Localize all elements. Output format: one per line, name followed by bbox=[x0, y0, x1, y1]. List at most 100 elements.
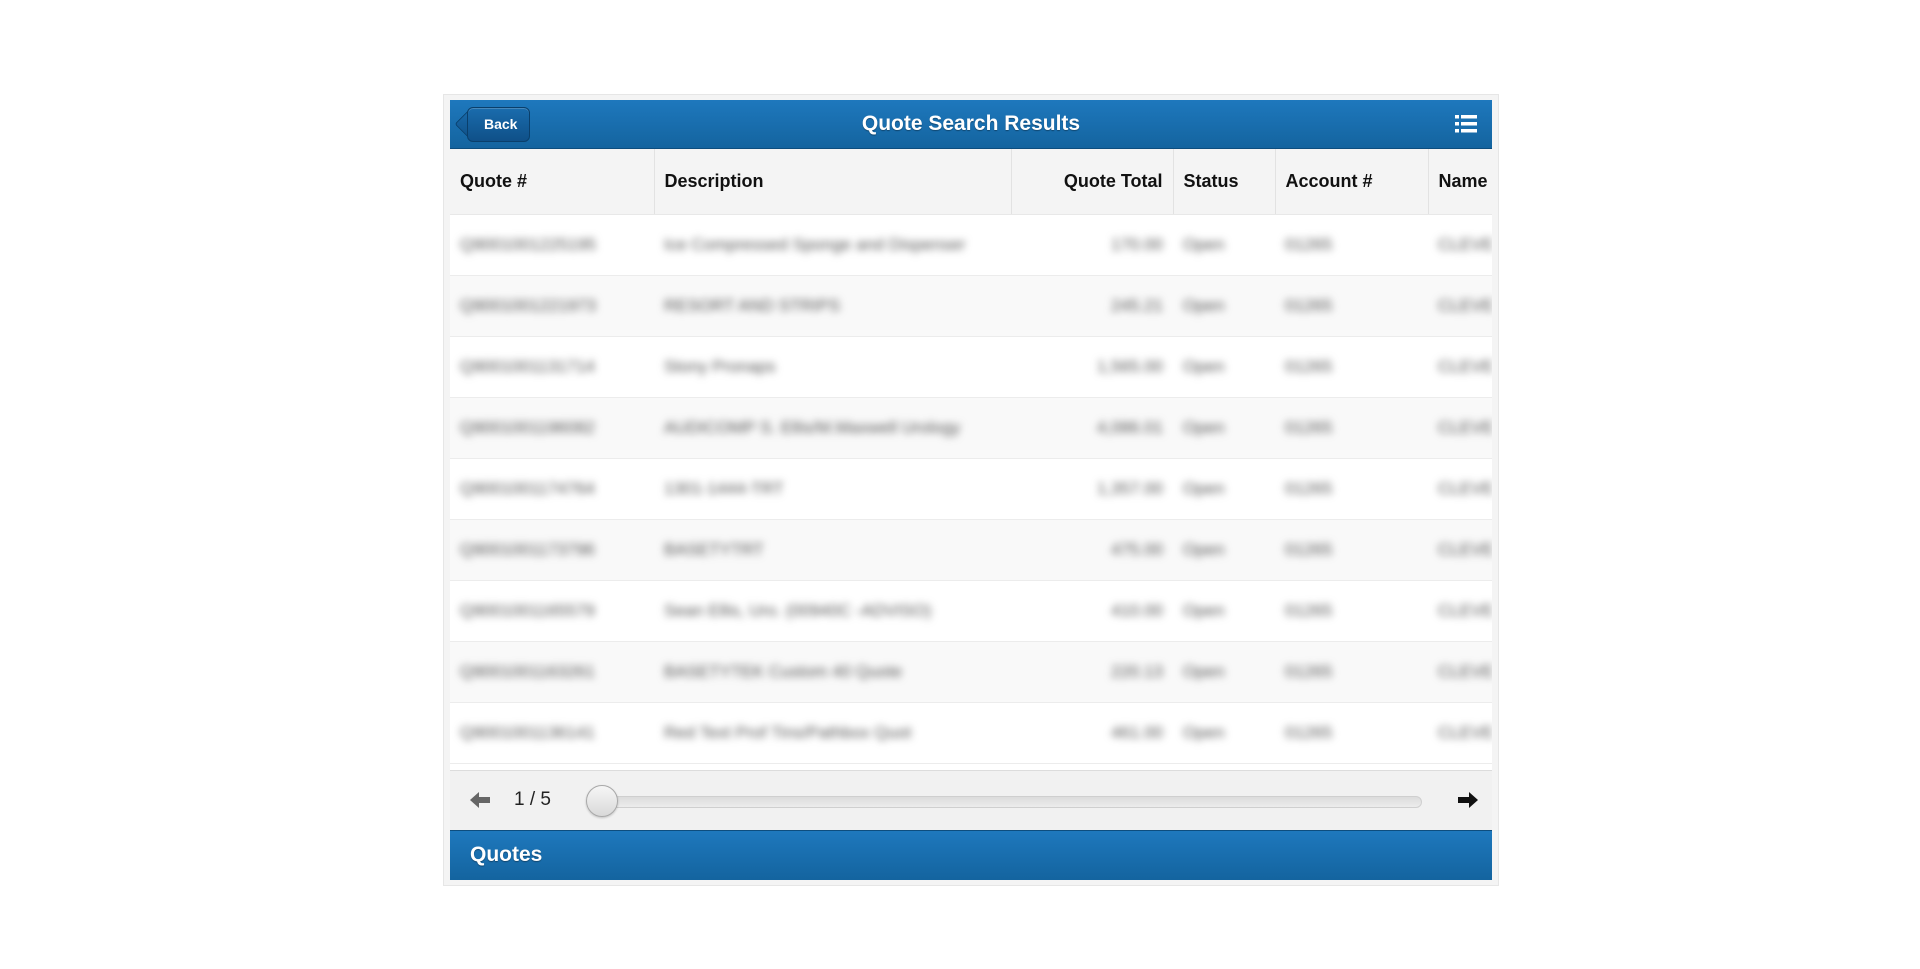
cell-text: Open bbox=[1183, 723, 1225, 742]
table-header-row: Quote # Description Quote Total Status A… bbox=[450, 149, 1492, 215]
cell-quote-total: 1,565.00 bbox=[1011, 336, 1173, 398]
table-row[interactable]: Q9001001196082 AUDICOMP S. Ellis/M.Maxwel… bbox=[450, 397, 1492, 459]
column-header-quote-total[interactable]: Quote Total bbox=[1011, 149, 1174, 215]
arrow-left-icon[interactable] bbox=[468, 790, 492, 810]
cell-status: Open bbox=[1173, 275, 1275, 337]
cell-text: CLEVE bbox=[1438, 418, 1492, 437]
cell-quote-total: 461.00 bbox=[1011, 702, 1173, 764]
cell-quote-number: Q9001001131714 bbox=[450, 336, 654, 398]
table-row[interactable]: Q9001001173796 BASETYTRT 475.00 Open 01265 CL… bbox=[450, 519, 1492, 581]
cell-text: CLEVE bbox=[1438, 357, 1492, 376]
table-row[interactable]: Q9001001136141 Red Text Prof Tins/Pathbox… bbox=[450, 702, 1492, 764]
cell-text: Q9001001163261 bbox=[460, 662, 595, 681]
cell-status: Open bbox=[1173, 519, 1275, 581]
cell-name: CLEVE bbox=[1428, 641, 1492, 703]
cell-text: CLEVE bbox=[1438, 479, 1492, 498]
cell-description: BASETYTEK Custom 40 Quote bbox=[654, 641, 1011, 703]
cell-description: Red Text Prof Tins/Pathbox Quot bbox=[654, 702, 1011, 764]
cell-account-number: 01265 bbox=[1275, 214, 1428, 276]
cell-text: 01265 bbox=[1285, 418, 1333, 437]
cell-quote-number: Q9001001174764 bbox=[450, 458, 654, 520]
cell-text: 01265 bbox=[1285, 601, 1333, 620]
cell-description: Ice Compressed Sponge and Dispenser bbox=[654, 214, 1011, 276]
table-row[interactable]: Q9001001163261 BASETYTEK Custom 40 Quote 2… bbox=[450, 641, 1492, 703]
column-header-account-number[interactable]: Account # bbox=[1275, 149, 1429, 215]
cell-text: Ice Compressed Sponge and Dispenser bbox=[664, 235, 966, 254]
cell-name: CLEVE bbox=[1428, 458, 1492, 520]
cell-text: CLEVE bbox=[1438, 723, 1492, 742]
cell-account-number: 01265 bbox=[1275, 519, 1428, 581]
cell-text: Q9001001136141 bbox=[460, 723, 595, 742]
list-menu-icon[interactable] bbox=[1454, 113, 1478, 135]
cell-name: CLEVE bbox=[1428, 519, 1492, 581]
cell-text: Sean Ellis, Uro. (00940C -ADVISO) bbox=[664, 601, 932, 620]
cell-account-number: 01265 bbox=[1275, 458, 1428, 520]
cell-text: 01265 bbox=[1285, 479, 1333, 498]
cell-text: CLEVE bbox=[1438, 540, 1492, 559]
column-header-status[interactable]: Status bbox=[1173, 149, 1276, 215]
cell-text: 220.13 bbox=[1111, 662, 1163, 681]
cell-text: Open bbox=[1183, 479, 1225, 498]
cell-text: Open bbox=[1183, 601, 1225, 620]
table-row[interactable]: Q9001001131714 Stony Pronaps 1,565.00 Open 0… bbox=[450, 336, 1492, 398]
cell-name: CLEVE bbox=[1428, 275, 1492, 337]
cell-text: Open bbox=[1183, 296, 1225, 315]
cell-account-number: 01265 bbox=[1275, 702, 1428, 764]
header-bar: Back Quote Search Results bbox=[450, 100, 1492, 149]
cell-text: CLEVE bbox=[1438, 235, 1492, 254]
cell-description: RESORT AND STRIPS bbox=[654, 275, 1011, 337]
cell-text: Red Text Prof Tins/Pathbox Quot bbox=[664, 723, 912, 742]
cell-name: CLEVE bbox=[1428, 214, 1492, 276]
results-table: Quote # Description Quote Total Status A… bbox=[450, 149, 1492, 764]
cell-text: 1,565.00 bbox=[1096, 357, 1163, 376]
cell-status: Open bbox=[1173, 214, 1275, 276]
cell-account-number: 01265 bbox=[1275, 336, 1428, 398]
cell-text: 01265 bbox=[1285, 296, 1333, 315]
cell-account-number: 01265 bbox=[1275, 641, 1428, 703]
cell-text: 245.21 bbox=[1111, 296, 1163, 315]
cell-text: 01265 bbox=[1285, 235, 1333, 254]
table-row[interactable]: Q9001001165579 Sean Ellis, Uro. (00940C -… bbox=[450, 580, 1492, 642]
cell-text: 1301-1444-TRT bbox=[664, 479, 784, 498]
cell-text: 170.00 bbox=[1111, 235, 1163, 254]
cell-text: Q9001001221973 bbox=[460, 296, 597, 315]
cell-text: 01265 bbox=[1285, 723, 1333, 742]
table-row[interactable]: Q9001001221973 RESORT AND STRIPS 245.21 Ope… bbox=[450, 275, 1492, 337]
cell-text: Q9001001131714 bbox=[460, 357, 595, 376]
page-slider-thumb[interactable] bbox=[586, 785, 618, 817]
table-row[interactable]: Q9001001174764 1301-1444-TRT 1,357.00 Open 0… bbox=[450, 458, 1492, 520]
column-header-description[interactable]: Description bbox=[654, 149, 1012, 215]
cell-text: AUDICOMP S. Ellis/M.Maxwell Urology bbox=[664, 418, 961, 437]
cell-status: Open bbox=[1173, 580, 1275, 642]
cell-status: Open bbox=[1173, 458, 1275, 520]
cell-name: CLEVE bbox=[1428, 397, 1492, 459]
cell-quote-number: Q9001001163261 bbox=[450, 641, 654, 703]
cell-name: CLEVE bbox=[1428, 336, 1492, 398]
table-row[interactable]: Q9001001225195 Ice Compressed Sponge and … bbox=[450, 214, 1492, 276]
cell-name: CLEVE bbox=[1428, 702, 1492, 764]
cell-quote-number: Q9001001165579 bbox=[450, 580, 654, 642]
cell-text: Q9001001173796 bbox=[460, 540, 595, 559]
cell-text: 475.00 bbox=[1111, 540, 1163, 559]
results-table-container: Quote # Description Quote Total Status A… bbox=[450, 149, 1492, 770]
cell-text: Open bbox=[1183, 357, 1225, 376]
cell-text: Q9001001196082 bbox=[460, 418, 595, 437]
cell-text: BASETYTRT bbox=[664, 540, 764, 559]
cell-text: 01265 bbox=[1285, 662, 1333, 681]
cell-quote-total: 1,357.00 bbox=[1011, 458, 1173, 520]
back-button[interactable]: Back bbox=[467, 107, 531, 142]
cell-description: BASETYTRT bbox=[654, 519, 1011, 581]
column-header-quote-number[interactable]: Quote # bbox=[450, 149, 655, 215]
cell-quote-number: Q9001001136141 bbox=[450, 702, 654, 764]
cell-account-number: 01265 bbox=[1275, 275, 1428, 337]
cell-text: Q9001001165579 bbox=[460, 601, 595, 620]
cell-description: Sean Ellis, Uro. (00940C -ADVISO) bbox=[654, 580, 1011, 642]
cell-status: Open bbox=[1173, 702, 1275, 764]
cell-text: CLEVE bbox=[1438, 662, 1492, 681]
cell-text: CLEVE bbox=[1438, 296, 1492, 315]
arrow-right-icon[interactable] bbox=[1456, 790, 1480, 810]
cell-quote-number: Q9001001225195 bbox=[450, 214, 654, 276]
page-slider-track[interactable] bbox=[598, 796, 1422, 808]
column-header-name[interactable]: Name bbox=[1428, 149, 1492, 215]
cell-status: Open bbox=[1173, 336, 1275, 398]
